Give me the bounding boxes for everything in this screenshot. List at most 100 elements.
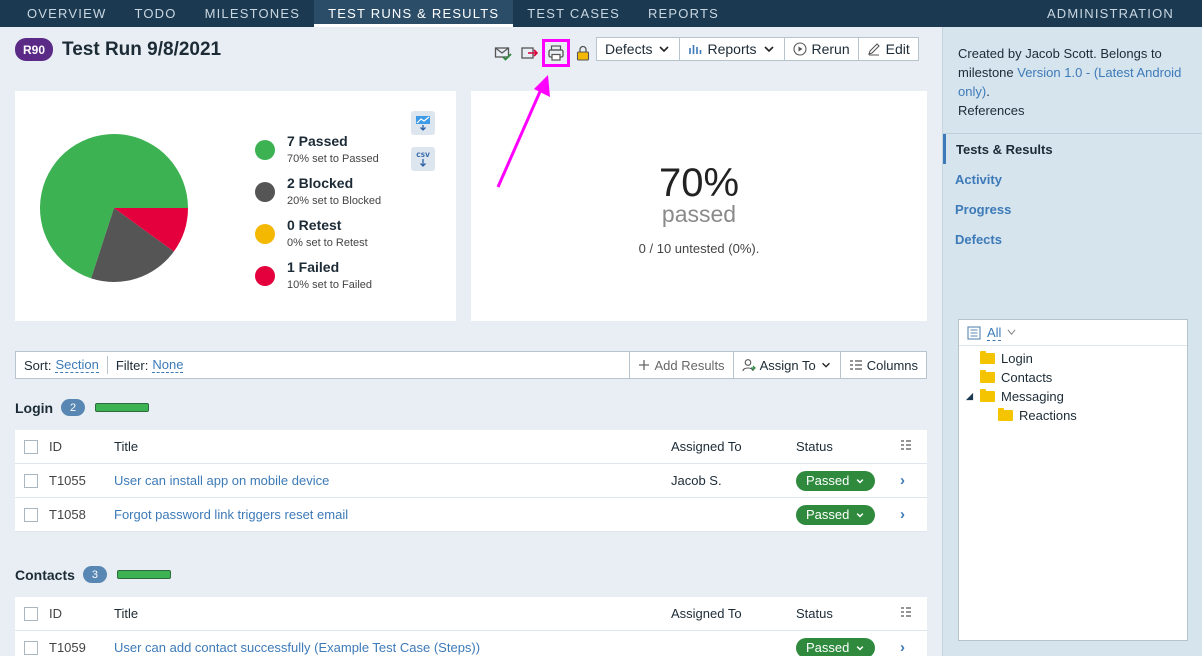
tab-reports[interactable]: REPORTS [634,0,733,27]
chart-image-download-icon[interactable] [411,111,435,135]
table-row[interactable]: T1058 Forgot password link triggers rese… [15,498,927,532]
tab-milestones[interactable]: MILESTONES [191,0,315,27]
play-circle-icon [792,42,807,56]
edit-button[interactable]: Edit [859,38,918,60]
tab-test-cases[interactable]: TEST CASES [513,0,634,27]
reports-button[interactable]: Reports [680,38,785,60]
tab-test-runs-results[interactable]: TEST RUNS & RESULTS [314,0,514,27]
row-checkbox[interactable] [24,507,38,522]
status-dropdown[interactable]: Passed [796,504,876,525]
sort-value-link[interactable]: Section [55,357,99,373]
legend-item-retest: 0 Retest 0% set to Retest [255,215,381,257]
header-icons [490,39,596,67]
table-row[interactable]: T1055 User can install app on mobile dev… [15,464,927,498]
legend-sub: 20% set to Blocked [287,195,382,207]
tree-item-label: Messaging [1001,389,1064,404]
references-label: References [958,103,1025,118]
section-header-contacts: Contacts 3 [15,566,171,583]
export-icon[interactable] [516,41,542,65]
sidebar-item-progress[interactable]: Progress [943,194,1202,224]
status-pie-chart [40,134,188,282]
tree-item-contacts[interactable]: Contacts [959,368,1187,387]
col-title: Title [114,439,139,454]
legend-dot [255,140,275,160]
csv-download-icon[interactable]: CSV [411,147,435,171]
column-options-icon[interactable] [900,605,912,622]
chevron-down-icon [857,512,864,517]
expand-triangle-icon[interactable] [965,392,974,401]
chart-legend: 7 Passed 70% set to Passed 2 Blocked 20% s… [255,131,381,299]
svg-text:CSV: CSV [416,152,430,159]
tests-table-contacts: ID Title Assigned To Status T1059 User c… [15,597,927,656]
row-checkbox[interactable] [24,640,38,655]
section-count-badge: 2 [61,399,86,416]
legend-sub: 10% set to Failed [287,279,372,291]
print-icon[interactable] [542,39,570,67]
status-dropdown[interactable]: Passed [796,637,876,656]
status-label: Passed [806,640,850,655]
annotation-arrow [496,75,550,188]
right-sidebar: Created by Jacob Scott. Belongs to miles… [942,27,1202,656]
edit-label: Edit [885,41,910,57]
sidebar-item-defects[interactable]: Defects [943,224,1202,254]
run-info: Created by Jacob Scott. Belongs to miles… [958,44,1188,120]
sidebar-item-activity[interactable]: Activity [943,164,1202,194]
add-results-button[interactable]: Add Results [629,352,732,378]
tree-item-label: Contacts [1001,370,1053,385]
tree-filter-all[interactable]: All [987,325,1002,341]
sidebar-item-tests-results[interactable]: Tests & Results [943,134,1202,164]
row-checkbox[interactable] [24,473,38,488]
legend-main: 0 Retest [287,217,342,233]
legend-item-failed: 1 Failed 10% set to Failed [255,257,381,299]
reports-label: Reports [707,41,757,57]
tab-todo[interactable]: TODO [120,0,190,27]
test-title-link[interactable]: User can add contact successfully (Examp… [114,640,480,655]
defects-button[interactable]: Defects [597,38,681,60]
mail-check-icon[interactable] [490,41,516,65]
chevron-right-icon[interactable]: › [900,472,905,489]
tree-item-login[interactable]: Login [959,349,1187,368]
legend-item-blocked: 2 Blocked 20% set to Blocked [255,173,381,215]
section-progress-bar [95,403,150,412]
assign-to-button[interactable]: Assign To [732,352,840,378]
col-assigned: Assigned To [671,606,742,621]
chevron-right-icon[interactable]: › [900,639,905,656]
rerun-label: Rerun [811,41,850,57]
status-dropdown[interactable]: Passed [796,470,876,491]
test-title-link[interactable]: User can install app on mobile device [114,473,329,488]
test-id: T1055 [49,473,86,488]
page-title: Test Run 9/8/2021 [62,38,222,60]
chevron-down-icon [857,478,864,483]
sort-control: Sort: Section [16,352,107,378]
sort-label: Sort: [24,357,52,373]
col-id: ID [49,606,62,621]
table-row[interactable]: T1059 User can add contact successfully … [15,631,927,656]
filter-control: Filter: None [108,352,192,378]
column-options-icon[interactable] [900,438,912,455]
tree-item-reactions[interactable]: Reactions [959,406,1187,425]
legend-main: 2 Blocked [287,175,354,191]
folder-icon [980,389,995,402]
sidebar-nav: Tests & Results Activity Progress Defect… [943,134,1202,254]
legend-dot [255,224,275,244]
section-tree: All Login Contacts Messaging Reactions [958,319,1188,641]
chevron-right-icon[interactable]: › [900,506,905,523]
tab-overview[interactable]: OVERVIEW [0,0,120,27]
test-id: T1059 [49,640,86,655]
rerun-button[interactable]: Rerun [785,38,859,60]
select-all-checkbox[interactable] [24,439,38,454]
col-assigned: Assigned To [671,439,742,454]
plus-icon [639,360,650,370]
test-title-link[interactable]: Forgot password link triggers reset emai… [114,507,348,522]
status-label: Passed [806,473,850,488]
pass-label: passed [661,201,737,227]
columns-button[interactable]: Columns [839,352,926,378]
tab-administration[interactable]: ADMINISTRATION [1047,0,1174,27]
lock-icon[interactable] [570,41,596,65]
caret-down-icon[interactable] [1007,328,1016,337]
select-all-checkbox[interactable] [24,606,38,621]
filter-label: Filter: [115,357,149,373]
filter-value-link[interactable]: None [152,357,184,373]
tree-item-messaging[interactable]: Messaging [959,387,1187,406]
columns-label: Columns [866,357,918,373]
